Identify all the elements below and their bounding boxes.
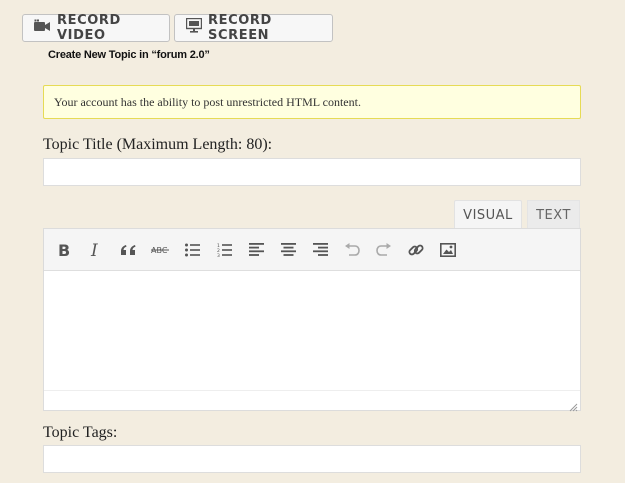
topic-title-label: Topic Title (Maximum Length: 80):: [43, 136, 273, 153]
svg-text:B: B: [58, 242, 70, 258]
align-left-icon: [248, 243, 264, 256]
numbered-list-icon: 123: [217, 243, 232, 257]
blockquote-button[interactable]: [112, 236, 144, 264]
topic-tags-input[interactable]: [43, 445, 581, 473]
bulleted-list-button[interactable]: [176, 236, 208, 264]
align-right-icon: [312, 243, 328, 256]
redo-icon: [376, 242, 392, 257]
html-permission-notice: Your account has the ability to post unr…: [43, 85, 581, 119]
numbered-list-button[interactable]: 123: [208, 236, 240, 264]
svg-text:3: 3: [217, 253, 220, 257]
strikethrough-button[interactable]: ABC: [144, 236, 176, 264]
tab-visual[interactable]: VISUAL: [454, 200, 522, 229]
editor-content-area[interactable]: [44, 271, 580, 390]
record-video-label: RECORD VIDEO: [57, 13, 121, 43]
monitor-icon: [186, 17, 202, 33]
record-video-button[interactable]: RECORD VIDEO: [22, 13, 170, 43]
topic-content-editor: B I ABC 123: [43, 228, 581, 412]
svg-text:I: I: [90, 242, 98, 258]
align-left-button[interactable]: [240, 236, 272, 264]
align-center-button[interactable]: [272, 236, 304, 264]
tab-text[interactable]: TEXT: [527, 200, 580, 229]
resize-handle-icon[interactable]: [569, 399, 578, 412]
topic-title-input[interactable]: [43, 158, 581, 186]
italic-button[interactable]: I: [80, 236, 112, 264]
bulleted-list-icon: [184, 243, 200, 257]
insert-image-button[interactable]: [432, 236, 464, 264]
italic-icon: I: [89, 242, 103, 258]
topic-tags-label: Topic Tags:: [43, 424, 118, 441]
editor-status-bar: [44, 390, 580, 412]
image-icon: [440, 242, 456, 257]
strikethrough-icon: ABC: [151, 245, 169, 255]
editor-toolbar: B I ABC 123: [44, 229, 580, 271]
bold-button[interactable]: B: [48, 236, 80, 264]
create-topic-heading: Create New Topic in “forum 2.0”: [48, 49, 210, 61]
quote-icon: [120, 243, 136, 257]
align-right-button[interactable]: [304, 236, 336, 264]
bold-icon: B: [57, 242, 71, 258]
redo-button[interactable]: [368, 236, 400, 264]
align-center-icon: [280, 243, 296, 256]
record-screen-button[interactable]: RECORD SCREEN: [174, 13, 333, 43]
video-camera-icon: [34, 19, 51, 32]
record-screen-label: RECORD SCREEN: [208, 13, 272, 43]
link-icon: [408, 242, 424, 258]
undo-icon: [344, 242, 360, 257]
undo-button[interactable]: [336, 236, 368, 264]
insert-link-button[interactable]: [400, 236, 432, 264]
